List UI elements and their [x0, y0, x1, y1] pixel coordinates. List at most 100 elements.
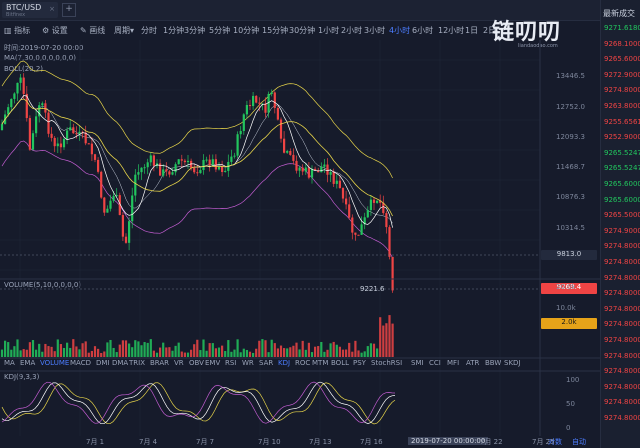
- indicator-tab-volume[interactable]: VOLUME: [40, 359, 69, 367]
- volume-bar: [205, 350, 208, 357]
- indicator-tab-mfi[interactable]: MFI: [447, 359, 459, 367]
- candle-body: [357, 234, 360, 236]
- indicator-tab-mtm[interactable]: MTM: [312, 359, 328, 367]
- indicator-tab-roc[interactable]: ROC: [295, 359, 310, 367]
- trade-price: 9274.8000: [604, 414, 640, 422]
- volume-bar: [248, 351, 252, 357]
- indicator-tab-psy[interactable]: PSY: [353, 359, 366, 367]
- date-label: 7月 1: [86, 438, 105, 446]
- candle-body: [146, 162, 149, 168]
- kdj-line-0: [1, 382, 396, 425]
- volume-bar: [75, 346, 78, 357]
- volume-bar: [0, 349, 4, 357]
- candle-body: [276, 107, 279, 120]
- volume-bar: [47, 346, 50, 357]
- latest-trades-title: 最新成交: [603, 9, 635, 18]
- indicator-tab-dmi[interactable]: DMI: [96, 359, 110, 367]
- candle-body: [307, 167, 310, 178]
- volume-bar: [382, 325, 385, 357]
- kdj-lines: [1, 381, 396, 425]
- indicator-tab-skdj[interactable]: SKDJ: [504, 359, 521, 367]
- indicator-tab-boll[interactable]: BOLL: [331, 359, 349, 367]
- trade-price: 9274.8000: [604, 273, 640, 282]
- candle-body: [13, 93, 16, 99]
- candle-body: [323, 164, 326, 167]
- candle-body: [10, 98, 13, 108]
- volume-bar: [193, 344, 196, 357]
- volume-bar: [38, 343, 41, 357]
- trade-price: 9274.8000: [604, 367, 640, 376]
- candle-body: [264, 103, 267, 113]
- candle-body: [283, 138, 286, 153]
- volume-bar: [7, 342, 10, 357]
- volume-bar: [335, 344, 338, 357]
- candle-body: [214, 159, 217, 170]
- candle-body: [208, 159, 211, 166]
- indicator-tab-obv[interactable]: OBV: [189, 359, 204, 367]
- indicator-tab-brar[interactable]: BRAR: [150, 359, 169, 367]
- volume-bar: [174, 345, 177, 357]
- price-tag-9813: 9813.0: [541, 250, 597, 260]
- volume-bar: [62, 347, 66, 357]
- kline-chart[interactable]: [0, 0, 600, 448]
- trade-price: 9274.8000: [604, 398, 640, 407]
- indicator-tab-smi[interactable]: SMI: [411, 359, 424, 367]
- date-cursor-label: 2019-07-20 00:00:00: [408, 437, 489, 445]
- volume-bar: [221, 345, 224, 357]
- candle-body: [295, 160, 298, 171]
- volume-bar: [245, 349, 248, 357]
- indicator-tab-dma[interactable]: DMA: [112, 359, 128, 367]
- indicator-tab-macd[interactable]: MACD: [70, 359, 91, 367]
- volume-bar: [134, 340, 137, 357]
- indicator-tab-wr[interactable]: WR: [242, 359, 254, 367]
- candle-body: [279, 119, 283, 139]
- candle-body: [388, 227, 391, 257]
- volume-bar: [366, 346, 369, 357]
- candle-body: [174, 164, 177, 173]
- candle-body: [59, 143, 62, 148]
- candle-body: [193, 167, 196, 173]
- indicator-tab-emv[interactable]: EMV: [205, 359, 220, 367]
- volume-bar: [69, 347, 72, 357]
- volume-bar: [341, 349, 345, 357]
- indicator-tab-ema[interactable]: EMA: [20, 359, 35, 367]
- candles: [0, 73, 394, 293]
- volume-bar: [41, 351, 44, 357]
- volume-bar: [354, 340, 357, 357]
- volume-bar: [84, 341, 87, 357]
- indicator-tab-rsi[interactable]: RSI: [225, 359, 236, 367]
- candle-body: [149, 155, 152, 163]
- indicator-tab-stochrsi[interactable]: StochRSI: [371, 359, 402, 367]
- volume-bar: [252, 352, 255, 357]
- indicator-tab-bbw[interactable]: BBW: [485, 359, 501, 367]
- volume-bar: [379, 317, 382, 357]
- trade-price: 9274.8000: [604, 242, 640, 251]
- candle-body: [140, 167, 143, 173]
- volume-bar: [236, 339, 239, 357]
- candle-body: [224, 170, 227, 172]
- indicator-tab-ma[interactable]: MA: [4, 359, 15, 367]
- volume-bar: [143, 342, 146, 357]
- volume-bar: [267, 352, 270, 357]
- candle-body: [376, 200, 379, 203]
- candle-body: [230, 156, 233, 162]
- volume-bar: [140, 345, 143, 357]
- volume-bar: [183, 352, 186, 357]
- candle-body: [273, 92, 276, 108]
- indicator-tab-kdj[interactable]: KDJ: [278, 359, 290, 367]
- indicator-tab-sar[interactable]: SAR: [259, 359, 273, 367]
- auto-scale-toggle[interactable]: 自动: [572, 437, 586, 447]
- kdj-axis-100: 100: [566, 376, 580, 384]
- candle-body: [326, 164, 329, 175]
- indicator-tab-atr[interactable]: ATR: [466, 359, 479, 367]
- volume-bar: [186, 352, 190, 357]
- indicator-tab-bar: MA EMA VOLUME MACD DMI DMA TRIX BRAR VR OBV EMV RSI…: [0, 359, 600, 371]
- volume-bar: [131, 347, 134, 357]
- indicator-tab-trix[interactable]: TRIX: [129, 359, 145, 367]
- volume-bar: [90, 350, 93, 357]
- volume-bar: [165, 347, 168, 357]
- indicator-tab-vr[interactable]: VR: [174, 359, 184, 367]
- candle-body: [177, 159, 180, 165]
- indicator-tab-cci[interactable]: CCI: [429, 359, 441, 367]
- trade-price: 9263.8000: [604, 102, 640, 110]
